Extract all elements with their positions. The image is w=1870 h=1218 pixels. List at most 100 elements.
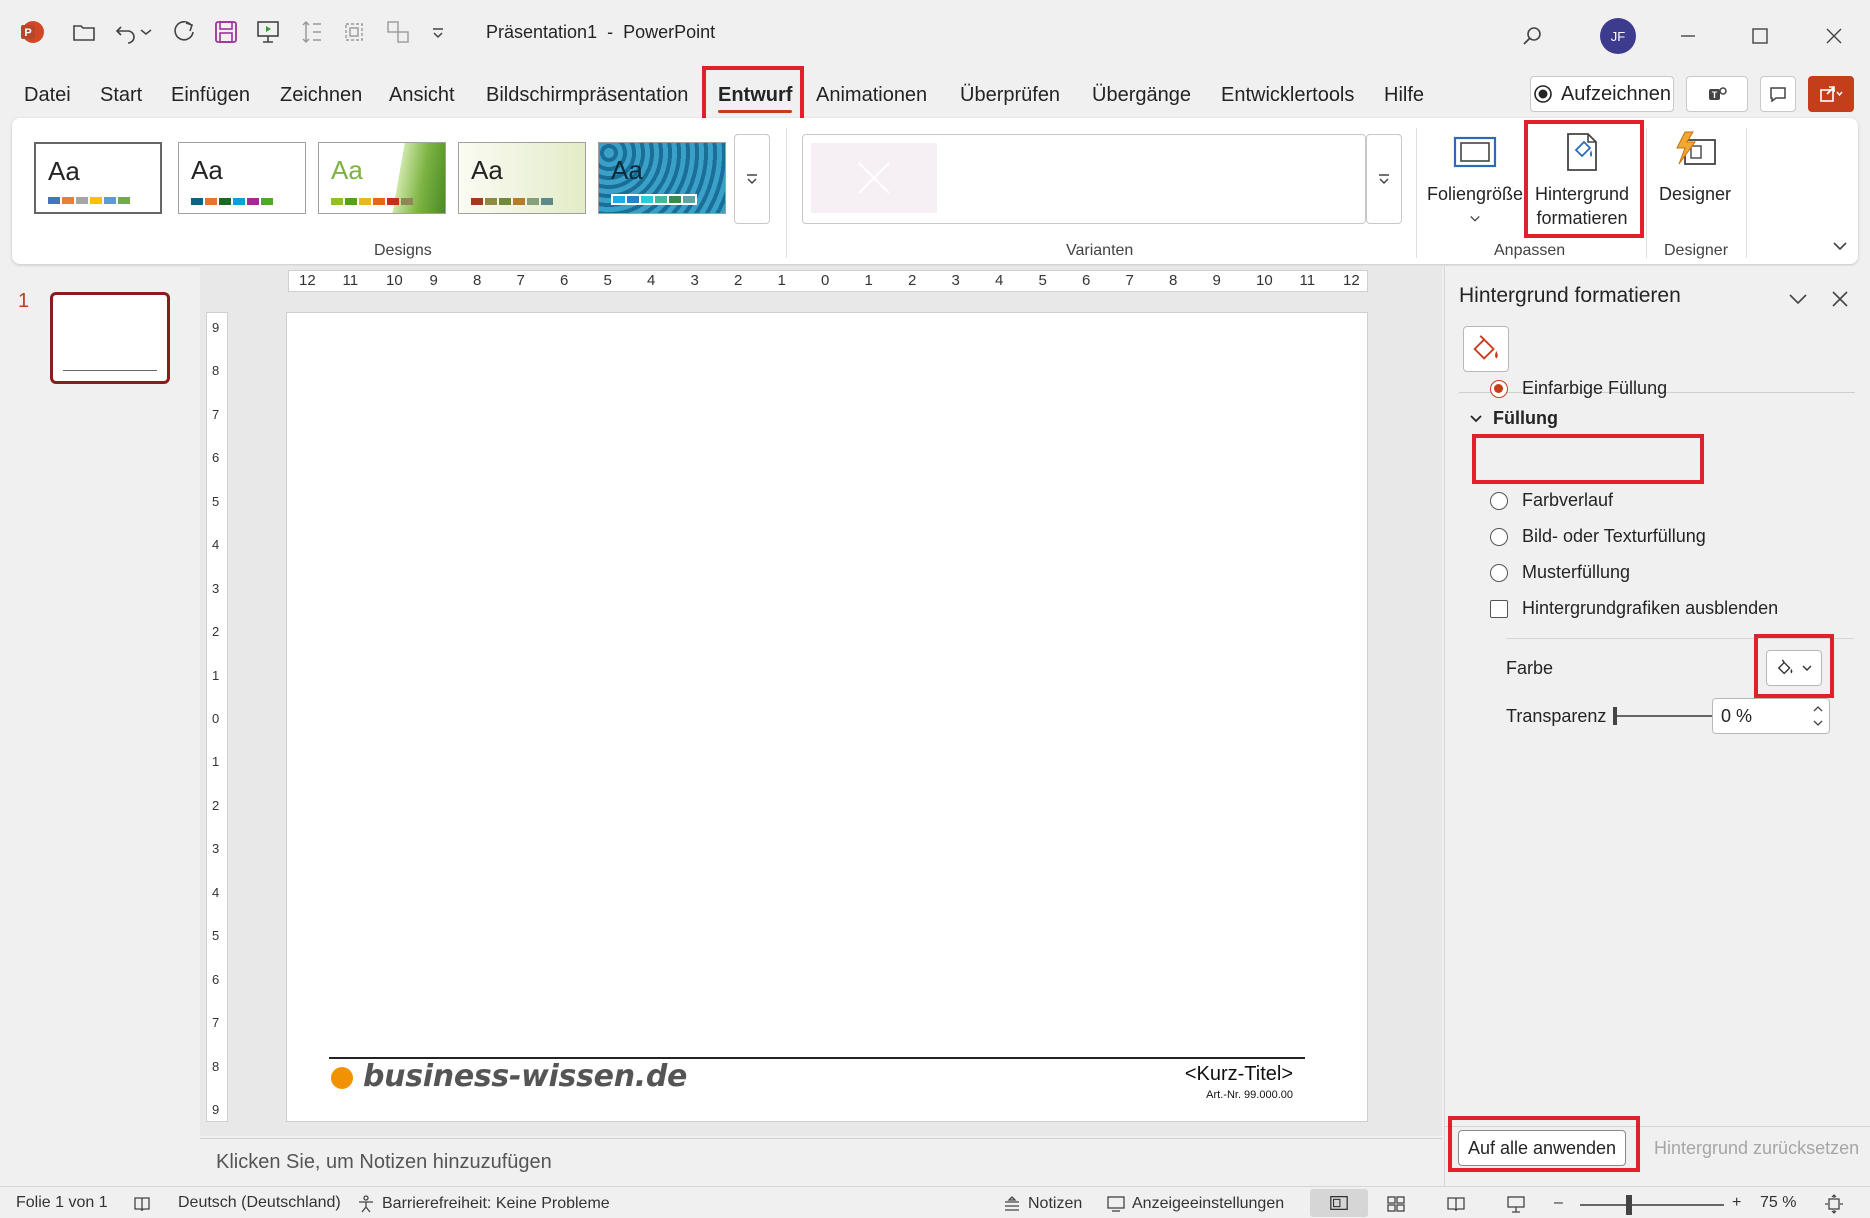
tab-ueberpruefen[interactable]: Überprüfen xyxy=(960,84,1060,107)
ruler-tick-label: 6 xyxy=(1082,272,1091,289)
fill-section-header[interactable]: Füllung xyxy=(1469,408,1558,429)
ruler-tick-label: 3 xyxy=(212,841,220,857)
option-gradient-fill[interactable]: Farbverlauf xyxy=(1490,490,1613,511)
ruler-tick-label: 4 xyxy=(212,537,220,553)
theme-color-bars xyxy=(48,197,130,204)
present-icon[interactable] xyxy=(254,18,282,46)
format-background-button[interactable]: Hintergrund formatieren xyxy=(1532,128,1632,230)
tab-animationen[interactable]: Animationen xyxy=(816,84,927,107)
variants-more-button[interactable] xyxy=(1366,134,1402,224)
color-label: Farbe xyxy=(1506,658,1554,678)
theme-color-bars xyxy=(331,198,413,205)
collapse-ribbon-icon[interactable] xyxy=(1830,236,1850,256)
tab-entwurf[interactable]: Entwurf xyxy=(718,84,793,113)
comments-button[interactable] xyxy=(1760,76,1796,112)
align-icon[interactable] xyxy=(340,18,368,46)
tab-ansicht[interactable]: Ansicht xyxy=(389,84,455,107)
slide-sorter-icon xyxy=(1387,1196,1405,1212)
maximize-icon[interactable] xyxy=(1738,14,1782,58)
teams-button[interactable]: T xyxy=(1686,76,1748,112)
zoom-slider-thumb[interactable] xyxy=(1626,1195,1632,1215)
minimize-icon[interactable] xyxy=(1666,14,1710,58)
normal-view-button[interactable] xyxy=(1310,1189,1368,1217)
zoom-slider-track[interactable] xyxy=(1580,1204,1724,1206)
share-button[interactable] xyxy=(1808,76,1854,112)
option-gradient-fill-label: Farbverlauf xyxy=(1522,490,1614,510)
radio-gradient-fill[interactable] xyxy=(1490,491,1508,510)
tab-zeichnen[interactable]: Zeichnen xyxy=(280,84,362,107)
zoom-in-button[interactable]: + xyxy=(1732,1194,1741,1212)
arrange-icon[interactable] xyxy=(298,18,326,46)
tab-hilfe[interactable]: Hilfe xyxy=(1384,84,1424,107)
theme-ion[interactable]: Aa xyxy=(598,142,726,214)
slide-size-button[interactable]: Foliengröße xyxy=(1426,128,1524,230)
reset-background-button[interactable]: Hintergrund zurücksetzen xyxy=(1654,1138,1859,1159)
tab-bildschirmpraesentation[interactable]: Bildschirmpräsentation xyxy=(486,84,688,107)
ribbon: Aa Aa Aa Aa Aa Designs Varianten Folieng… xyxy=(12,118,1858,264)
search-icon[interactable] xyxy=(1510,14,1554,58)
tab-einfuegen[interactable]: Einfügen xyxy=(171,84,250,107)
theme-facette[interactable]: Aa xyxy=(318,142,446,214)
close-icon[interactable] xyxy=(1812,14,1856,58)
pane-close-icon[interactable] xyxy=(1827,286,1853,312)
notes-placeholder: Klicken Sie, um Notizen hinzuzufügen xyxy=(216,1151,552,1173)
display-settings[interactable]: Anzeigeeinstellungen xyxy=(1106,1194,1284,1214)
ruler-tick-label: 2 xyxy=(908,272,917,289)
ribbon-separator xyxy=(1416,128,1417,258)
transparency-spinner[interactable] xyxy=(1810,700,1826,732)
option-picture-fill[interactable]: Bild- oder Texturfüllung xyxy=(1490,526,1706,547)
theme-office-2[interactable]: Aa xyxy=(178,142,306,214)
redo-icon[interactable] xyxy=(170,18,198,46)
tab-entwicklertools[interactable]: Entwicklertools xyxy=(1221,84,1354,107)
undo-dropdown-icon[interactable] xyxy=(138,18,154,46)
ruler-tick-label: 1 xyxy=(212,754,220,770)
zoom-level[interactable]: 75 % xyxy=(1760,1194,1796,1212)
slideshow-button[interactable] xyxy=(1506,1194,1526,1214)
record-button[interactable]: Aufzeichnen xyxy=(1530,76,1674,112)
ruler-tick-label: 2 xyxy=(734,272,743,289)
avatar[interactable]: JF xyxy=(1600,18,1636,54)
pane-options-chevron-icon[interactable] xyxy=(1785,286,1811,312)
undo-icon[interactable] xyxy=(112,18,140,46)
spellcheck-icon[interactable] xyxy=(132,1194,152,1214)
designer-button[interactable]: Designer xyxy=(1656,128,1734,206)
fill-tab[interactable] xyxy=(1463,326,1509,372)
checkbox-hide-background-graphics[interactable] xyxy=(1490,599,1508,618)
color-picker-button[interactable] xyxy=(1766,650,1822,686)
zoom-out-button[interactable]: – xyxy=(1554,1194,1563,1212)
notes-area[interactable]: Klicken Sie, um Notizen hinzuzufügen xyxy=(200,1138,1442,1186)
tab-uebergaenge[interactable]: Übergänge xyxy=(1092,84,1191,107)
group-shapes-icon[interactable] xyxy=(384,18,412,46)
theme-office[interactable]: Aa xyxy=(34,142,162,214)
slide-thumbnail[interactable] xyxy=(50,292,170,384)
radio-picture-fill[interactable] xyxy=(1490,527,1508,546)
variants-gallery[interactable] xyxy=(802,134,1366,224)
powerpoint-logo-icon[interactable]: P xyxy=(18,18,46,46)
slide-canvas[interactable]: business-wissen.de <Kurz-Titel> Art.-Nr.… xyxy=(286,312,1368,1122)
radio-pattern-fill[interactable] xyxy=(1490,563,1508,582)
designer-label: Designer xyxy=(1658,184,1732,204)
reading-view-button[interactable] xyxy=(1446,1194,1466,1214)
radio-solid-fill[interactable] xyxy=(1490,379,1508,398)
ruler-tick-label: 12 xyxy=(299,272,316,289)
fit-to-window-button[interactable] xyxy=(1824,1194,1844,1214)
slide-sorter-button[interactable] xyxy=(1386,1194,1406,1214)
ruler-tick-label: 6 xyxy=(560,272,569,289)
designs-more-button[interactable] xyxy=(734,134,770,224)
accessibility-status[interactable]: Barrierefreiheit: Keine Probleme xyxy=(356,1194,610,1214)
open-folder-icon[interactable] xyxy=(70,18,98,46)
transparency-slider-thumb[interactable] xyxy=(1613,707,1617,725)
transparency-slider-track[interactable] xyxy=(1616,715,1712,717)
notes-toggle[interactable]: Notizen xyxy=(1002,1194,1082,1214)
apply-to-all-button[interactable]: Auf alle anwenden xyxy=(1458,1130,1626,1166)
option-solid-fill[interactable]: Einfarbige Füllung xyxy=(1490,378,1667,399)
customize-toolbar-icon[interactable] xyxy=(428,18,448,46)
tab-datei[interactable]: Datei xyxy=(24,84,71,107)
language-status[interactable]: Deutsch (Deutschland) xyxy=(178,1194,341,1212)
tab-start[interactable]: Start xyxy=(100,84,142,107)
slide-info: Folie 1 von 1 xyxy=(16,1194,108,1211)
save-icon[interactable] xyxy=(212,18,240,46)
option-pattern-fill[interactable]: Musterfüllung xyxy=(1490,562,1630,583)
option-hide-background-graphics[interactable]: Hintergrundgrafiken ausblenden xyxy=(1490,598,1778,619)
theme-organic[interactable]: Aa xyxy=(458,142,586,214)
